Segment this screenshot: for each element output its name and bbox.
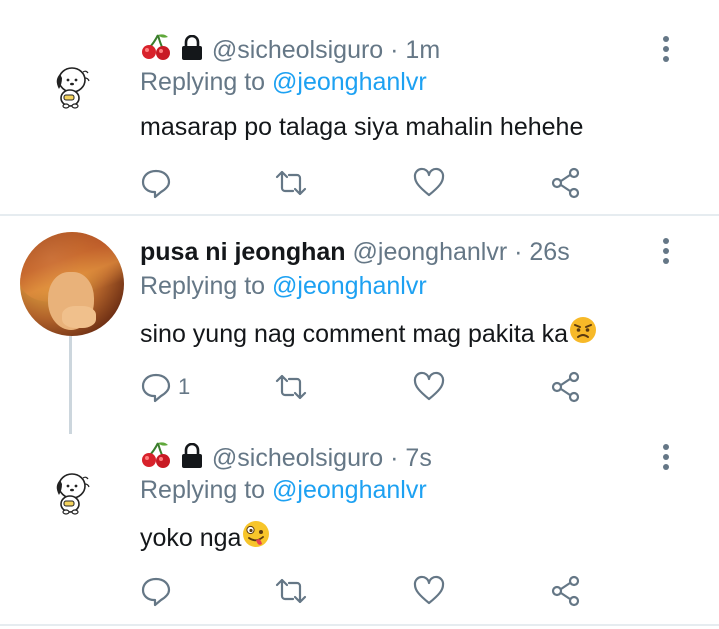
- more-options-icon[interactable]: [660, 36, 672, 64]
- share-button[interactable]: [550, 165, 582, 201]
- cherries-emoji-icon: [140, 33, 172, 68]
- reply-icon: [141, 373, 171, 403]
- retweet-button[interactable]: [275, 369, 307, 405]
- tweet-header: pusa ni jeonghan @jeonghanlvr · 26s: [140, 237, 570, 267]
- like-button[interactable]: [413, 165, 445, 201]
- separator-dot: ·: [383, 444, 406, 472]
- replying-to: Replying to @jeonghanlvr: [140, 67, 427, 97]
- pochacco-avatar-icon: [56, 473, 90, 515]
- reply-icon: [141, 577, 171, 607]
- pochacco-avatar-icon: [56, 67, 90, 109]
- reply-button[interactable]: 1: [140, 369, 190, 405]
- timestamp[interactable]: 1m: [405, 36, 440, 64]
- retweet-icon: [275, 578, 307, 604]
- retweet-button[interactable]: [275, 573, 307, 609]
- timestamp[interactable]: 26s: [529, 238, 569, 266]
- timestamp[interactable]: 7s: [405, 444, 431, 472]
- divider: [0, 624, 719, 626]
- share-button[interactable]: [550, 573, 582, 609]
- tweet-text: sino yung nag comment mag pakita ka: [140, 315, 598, 352]
- lock-icon: [179, 442, 205, 476]
- avatar[interactable]: [50, 62, 94, 110]
- heart-icon: [413, 575, 445, 605]
- like-button[interactable]: [413, 369, 445, 405]
- tweet-1[interactable]: @sicheolsiguro · 1m Replying to @jeongha…: [0, 0, 719, 214]
- retweet-icon: [275, 170, 307, 196]
- user-handle[interactable]: @sicheolsiguro: [212, 444, 383, 472]
- replying-label: Replying to: [140, 272, 273, 300]
- tweet-text: yoko nga: [140, 519, 271, 556]
- replying-label: Replying to: [140, 476, 273, 504]
- separator-dot: ·: [507, 238, 530, 266]
- thread-line: [69, 336, 72, 434]
- reply-icon: [141, 169, 171, 199]
- action-bar: [140, 165, 600, 201]
- like-button[interactable]: [413, 573, 445, 609]
- action-bar: 1: [140, 369, 600, 405]
- heart-icon: [413, 167, 445, 197]
- action-bar: [140, 573, 600, 609]
- share-icon: [551, 167, 580, 199]
- display-name[interactable]: pusa ni jeonghan: [140, 238, 346, 266]
- tweet-text: masarap po talaga siya mahalin hehehe: [140, 112, 583, 142]
- user-handle[interactable]: @jeonghanlvr: [353, 238, 508, 266]
- retweet-icon: [275, 374, 307, 400]
- more-options-icon[interactable]: [660, 238, 672, 266]
- replying-to: Replying to @jeonghanlvr: [140, 271, 427, 301]
- tweet-header: @sicheolsiguro · 7s: [140, 441, 432, 476]
- user-handle[interactable]: @sicheolsiguro: [212, 36, 383, 64]
- avatar[interactable]: [20, 232, 124, 336]
- mention-link[interactable]: @jeonghanlvr: [272, 68, 427, 96]
- mention-link[interactable]: @jeonghanlvr: [272, 272, 427, 300]
- mention-link[interactable]: @jeonghanlvr: [272, 476, 427, 504]
- tweet-header: @sicheolsiguro · 1m: [140, 33, 440, 68]
- tweet-text-content: sino yung nag comment mag pakita ka: [140, 320, 569, 348]
- retweet-button[interactable]: [275, 165, 307, 201]
- replying-label: Replying to: [140, 68, 273, 96]
- reply-button[interactable]: [140, 165, 178, 201]
- share-icon: [551, 575, 580, 607]
- cherries-emoji-icon: [140, 441, 172, 476]
- angry-face-emoji-icon: [568, 315, 598, 352]
- reply-count: 1: [178, 374, 191, 399]
- lock-icon: [179, 34, 205, 68]
- zany-face-emoji-icon: [241, 519, 271, 556]
- share-button[interactable]: [550, 369, 582, 405]
- avatar[interactable]: [50, 468, 94, 516]
- share-icon: [551, 371, 580, 403]
- reply-button[interactable]: [140, 573, 178, 609]
- separator-dot: ·: [383, 36, 406, 64]
- heart-icon: [413, 371, 445, 401]
- tweet-text-content: masarap po talaga siya mahalin hehehe: [140, 113, 584, 141]
- more-options-icon[interactable]: [660, 444, 672, 472]
- tweet-text-content: yoko nga: [140, 524, 242, 552]
- replying-to: Replying to @jeonghanlvr: [140, 475, 427, 505]
- profile-photo-hand: [62, 306, 96, 328]
